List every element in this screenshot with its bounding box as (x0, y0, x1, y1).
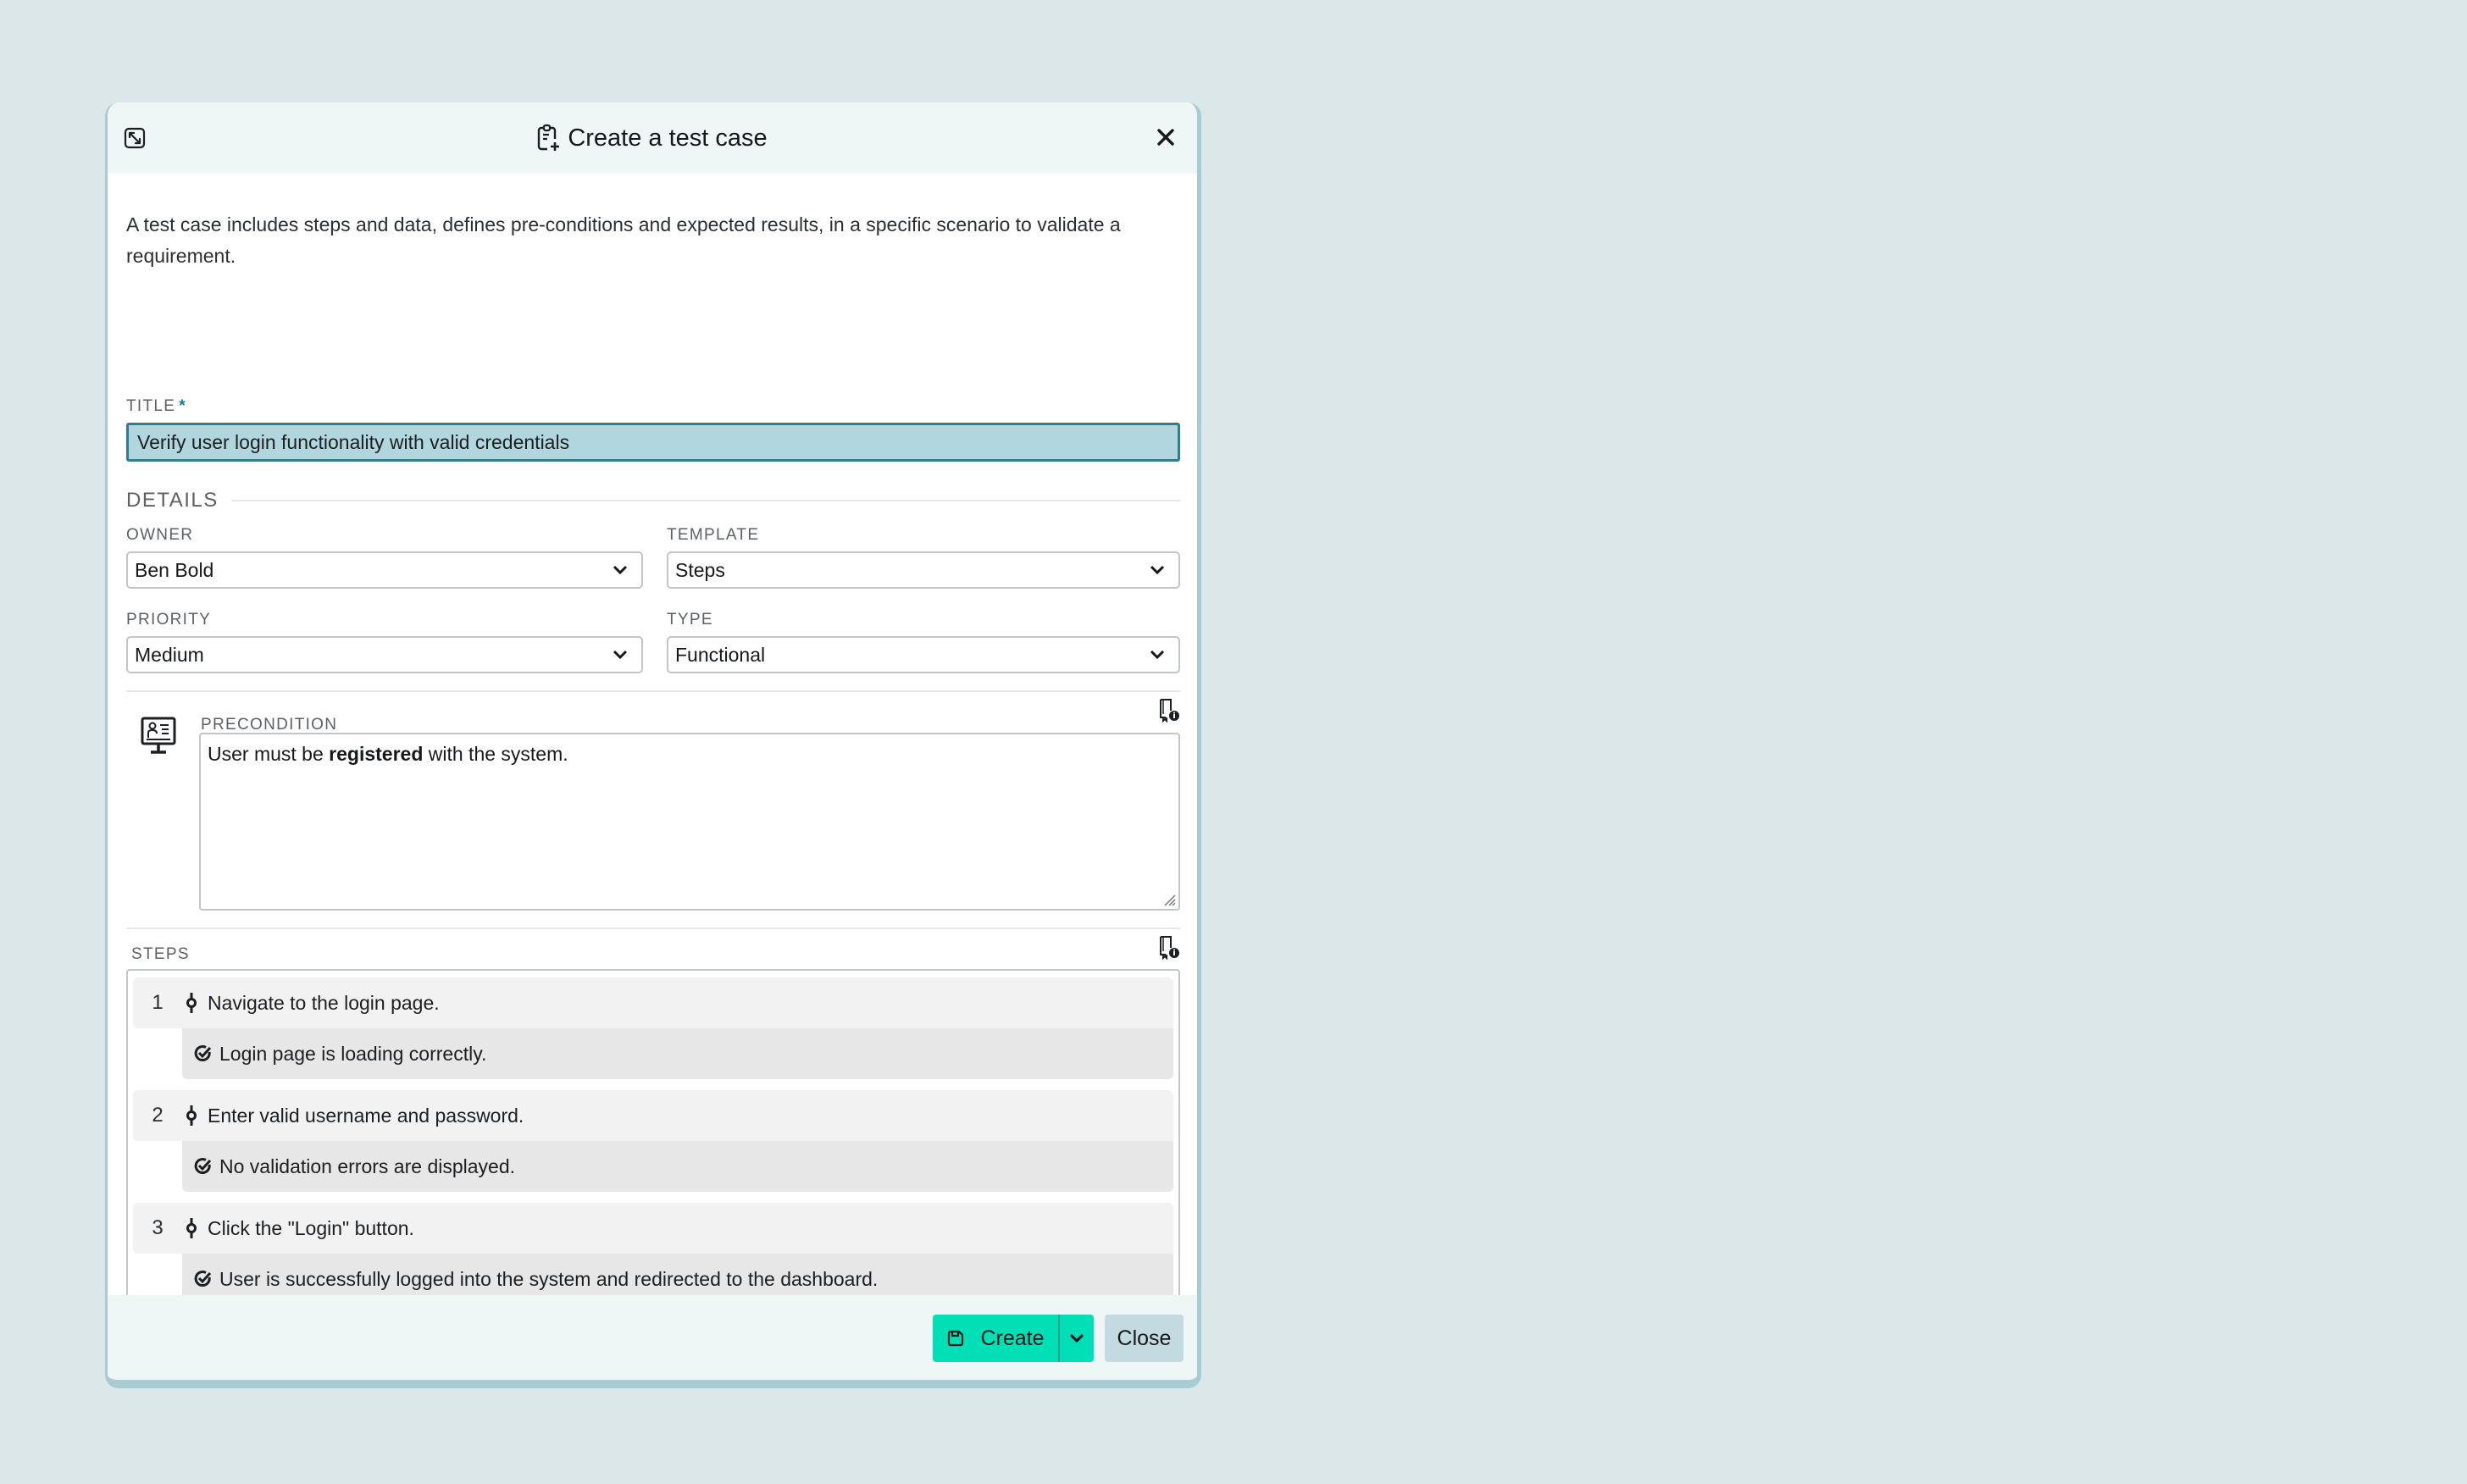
title-input[interactable]: Verify user login functionality with val… (126, 423, 1180, 462)
step-action-icon (182, 1105, 201, 1127)
details-divider (231, 500, 1180, 501)
precondition-divider (126, 690, 1180, 692)
create-button[interactable]: Create (933, 1315, 1058, 1362)
step-expected-result[interactable]: No validation errors are displayed. (182, 1141, 1173, 1192)
close-icon (1157, 129, 1174, 146)
title-label: TITLE * (126, 397, 186, 416)
priority-value: Medium (135, 643, 204, 666)
owner-label: OWNER (126, 526, 194, 544)
step-expected-text: User is successfully logged into the sys… (219, 1267, 879, 1290)
title-label-text: TITLE (126, 397, 176, 415)
step-action[interactable]: 3 Click the "Login" button. (133, 1203, 1173, 1254)
type-value: Functional (675, 643, 766, 666)
save-icon (948, 1330, 964, 1347)
circle-check-icon (194, 1043, 213, 1065)
details-section-heading: DETAILS (126, 489, 1180, 512)
type-label: TYPE (667, 611, 713, 628)
create-test-case-dialog: Create a test case A test case includes … (105, 102, 1201, 1388)
create-options-dropdown[interactable] (1058, 1315, 1094, 1362)
step-action-text: Click the "Login" button. (208, 1216, 414, 1239)
template-label: TEMPLATE (667, 526, 760, 544)
step-action[interactable]: 1 Navigate to the login page. (133, 977, 1173, 1028)
close-dialog-button[interactable] (1153, 125, 1178, 150)
precondition-label: PRECONDITION (201, 716, 338, 734)
title-input-value: Verify user login functionality with val… (137, 430, 570, 453)
precondition-text-start: User must be (208, 743, 330, 765)
resize-handle-icon[interactable] (1160, 890, 1177, 907)
template-value: Steps (675, 558, 725, 581)
dialog-description: A test case includes steps and data, def… (126, 213, 1121, 267)
dialog-footer: Create Close (108, 1295, 1197, 1380)
owner-select[interactable]: Ben Bold (126, 551, 643, 589)
step-number: 1 (152, 991, 164, 1014)
type-select[interactable]: Functional (667, 636, 1180, 673)
precondition-text-bold: registered (329, 743, 424, 765)
step-expected-text: Login page is loading correctly. (219, 1042, 487, 1065)
template-select[interactable]: Steps (667, 551, 1180, 589)
step-action[interactable]: 2 Enter valid username and password. (133, 1090, 1173, 1141)
chevron-down-icon (1150, 565, 1165, 575)
book-info-icon[interactable] (1156, 697, 1180, 723)
step-action-icon (182, 992, 201, 1014)
dialog-header: Create a test case (108, 102, 1197, 174)
precondition-text-end: with the system. (423, 743, 568, 765)
create-label: Create (980, 1326, 1045, 1350)
close-button[interactable]: Close (1105, 1315, 1184, 1362)
chevron-down-icon (1069, 1333, 1084, 1343)
chevron-down-icon (613, 565, 628, 575)
owner-value: Ben Bold (135, 558, 214, 581)
step-item[interactable]: 3 Click the "Login" button. User is succ… (133, 1203, 1173, 1304)
chevron-down-icon (613, 650, 628, 660)
step-item[interactable]: 2 Enter valid username and password. No … (133, 1090, 1173, 1192)
step-expected-result[interactable]: Login page is loading correctly. (182, 1028, 1173, 1079)
required-marker: * (179, 397, 186, 415)
step-expected-text: No validation errors are displayed. (219, 1155, 516, 1177)
step-item[interactable]: 1 Navigate to the login page. Login page… (133, 977, 1173, 1079)
steps-divider (126, 928, 1180, 929)
circle-check-icon (194, 1155, 213, 1177)
step-action-text: Enter valid username and password. (208, 1104, 524, 1127)
expand-button[interactable] (123, 126, 147, 150)
priority-label: PRIORITY (126, 611, 212, 628)
book-info-icon[interactable] (1156, 934, 1180, 960)
step-action-icon (182, 1217, 201, 1239)
step-action-text: Navigate to the login page. (208, 991, 440, 1014)
precondition-textarea[interactable]: User must be registered with the system. (199, 733, 1180, 911)
clipboard-plus-icon (538, 124, 560, 151)
dialog-title: Create a test case (568, 124, 768, 152)
monitor-presentation-icon (141, 717, 176, 754)
expand-icon (124, 127, 146, 149)
circle-check-icon (194, 1268, 213, 1290)
step-number: 3 (152, 1216, 164, 1239)
priority-select[interactable]: Medium (126, 636, 643, 673)
steps-label: STEPS (131, 945, 190, 963)
chevron-down-icon (1150, 650, 1165, 660)
step-number: 2 (152, 1104, 164, 1127)
create-button-group: Create (933, 1315, 1094, 1362)
details-heading: DETAILS (126, 489, 219, 512)
